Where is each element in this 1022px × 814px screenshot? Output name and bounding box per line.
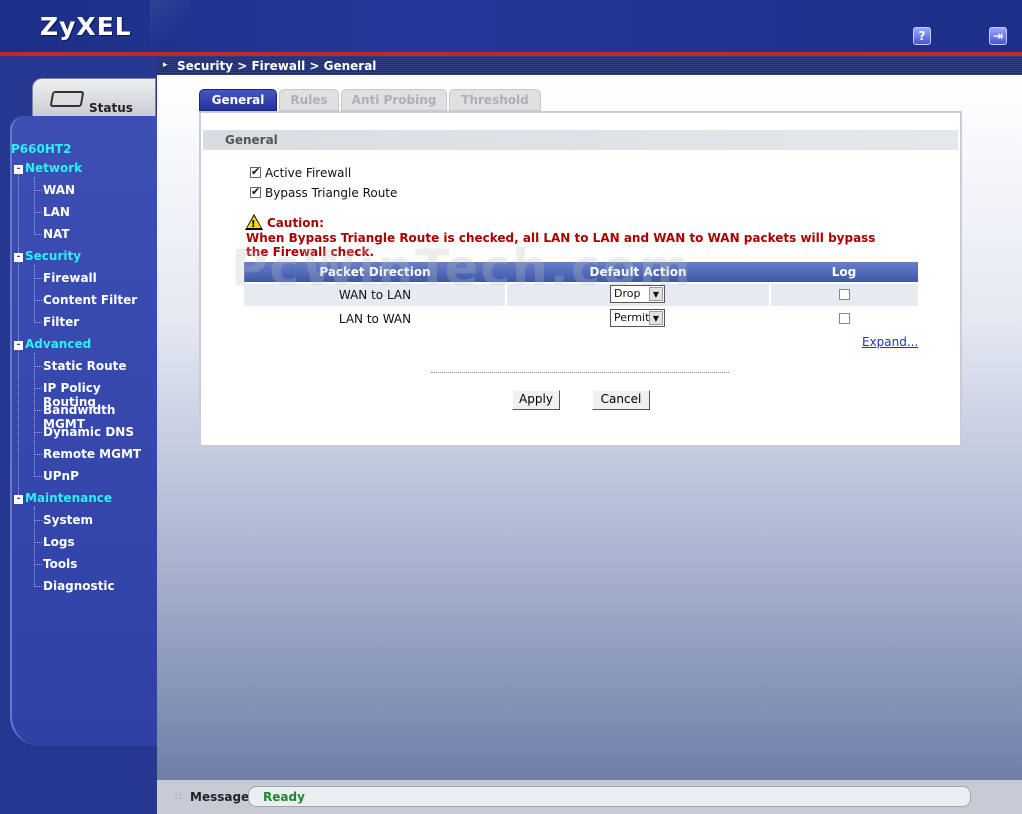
menu-section-maintenance[interactable]: - Maintenance	[14, 491, 112, 505]
panel-title: General	[225, 133, 278, 147]
sidebar-item-logs[interactable]: Logs	[43, 535, 75, 549]
tree-tick	[34, 454, 42, 455]
logo-swoosh	[150, 0, 190, 52]
table-row: LAN to WAN Permit ▼	[244, 308, 918, 330]
sidebar-item-dynamic-dns[interactable]: Dynamic DNS	[43, 425, 134, 439]
watermark: PcWinTech.com	[231, 239, 693, 297]
tab-anti-probing[interactable]: Anti Probing	[341, 89, 447, 111]
tree-tick	[34, 278, 42, 279]
collapse-icon: -	[14, 165, 23, 174]
sidebar-item-system[interactable]: System	[43, 513, 93, 527]
sidebar-item-tools[interactable]: Tools	[43, 557, 77, 571]
sidebar-item-wan[interactable]: WAN	[43, 183, 75, 197]
sidebar-item-remote-mgmt[interactable]: Remote MGMT	[43, 447, 141, 461]
tree-line	[34, 177, 35, 233]
main-content: General Rules Anti Probing Threshold Gen…	[157, 75, 1022, 780]
tree-tick	[34, 366, 42, 367]
sidebar-item-static-route[interactable]: Static Route	[43, 359, 127, 373]
message-box: Ready	[248, 786, 971, 807]
tree-line	[34, 353, 35, 475]
warning-mark: !	[251, 219, 256, 230]
sidebar-item-upnp[interactable]: UPnP	[43, 469, 79, 483]
sidebar-item-lan[interactable]: LAN	[43, 205, 70, 219]
tab-threshold[interactable]: Threshold	[449, 89, 541, 111]
breadcrumb-arrow-icon: ▸	[163, 60, 168, 70]
cancel-button[interactable]: Cancel	[592, 390, 650, 410]
active-firewall-label: Active Firewall	[265, 166, 352, 180]
divider	[431, 372, 729, 373]
tree-tick	[34, 410, 42, 411]
menu-section-advanced[interactable]: - Advanced	[14, 337, 91, 351]
top-header: ZyXEL ? ⇥	[0, 0, 1022, 52]
tree-tick	[34, 476, 42, 477]
tree-tick	[34, 586, 42, 587]
logout-icon[interactable]: ⇥	[989, 27, 1007, 45]
sidebar-item-firewall[interactable]: Firewall	[43, 271, 97, 285]
log-checkbox[interactable]	[839, 289, 850, 300]
expand-link[interactable]: Expand...	[862, 335, 918, 349]
help-icon[interactable]: ?	[913, 27, 931, 45]
menu-section-security[interactable]: - Security	[14, 249, 81, 263]
status-label: Status	[89, 101, 133, 115]
tree-tick	[34, 432, 42, 433]
model-name: P660HT2	[11, 142, 72, 156]
tab-rules[interactable]: Rules	[279, 89, 339, 111]
active-firewall-checkbox[interactable]	[250, 165, 261, 178]
tab-general[interactable]: General	[199, 89, 277, 111]
dropdown-arrow-icon: ▼	[649, 311, 663, 325]
tree-tick	[34, 520, 42, 521]
default-action-select[interactable]: Permit ▼	[610, 309, 665, 327]
message-label: Message	[190, 790, 250, 804]
router-icon	[49, 91, 85, 107]
general-panel: General Active Firewall Bypass Triangle …	[199, 111, 962, 447]
apply-button[interactable]: Apply	[512, 390, 560, 410]
sidebar-item-diagnostic[interactable]: Diagnostic	[43, 579, 115, 593]
tree-tick	[34, 300, 42, 301]
tree-line	[34, 507, 35, 585]
tree-tick	[34, 234, 42, 235]
zyxel-logo: ZyXEL	[40, 12, 132, 41]
default-action-value: Permit	[614, 311, 650, 324]
message-text: Ready	[263, 790, 305, 804]
bypass-triangle-label: Bypass Triangle Route	[265, 186, 398, 200]
tree-tick	[34, 542, 42, 543]
panel-title-bar: General	[203, 130, 958, 150]
message-bar: ∷ Message Ready	[157, 780, 1022, 814]
sidebar: Status P660HT2 - Network WAN LAN NAT - Sec…	[0, 56, 157, 814]
tree-tick	[34, 564, 42, 565]
tree-line	[34, 265, 35, 321]
message-dots-icon: ∷	[175, 792, 182, 803]
sidebar-item-content-filter[interactable]: Content Filter	[43, 293, 137, 307]
sidebar-item-nat[interactable]: NAT	[43, 227, 70, 241]
caution-title: Caution:	[267, 216, 324, 230]
sidebar-item-filter[interactable]: Filter	[43, 315, 79, 329]
column-separator	[769, 284, 771, 306]
log-checkbox[interactable]	[839, 313, 850, 324]
tree-tick	[34, 212, 42, 213]
collapse-icon: -	[14, 341, 23, 350]
collapse-icon: -	[14, 253, 23, 262]
menu-section-network[interactable]: - Network	[14, 161, 82, 175]
breadcrumb: Security > Firewall > General	[177, 59, 377, 73]
breadcrumb-bar: ▸ Security > Firewall > General	[157, 57, 1022, 75]
tree-tick	[34, 322, 42, 323]
col-log: Log	[831, 265, 857, 279]
tree-tick	[34, 388, 42, 389]
tree-tick	[34, 190, 42, 191]
packet-direction: LAN to WAN	[338, 312, 412, 326]
bypass-triangle-checkbox[interactable]	[250, 185, 261, 198]
collapse-icon: -	[14, 495, 23, 504]
